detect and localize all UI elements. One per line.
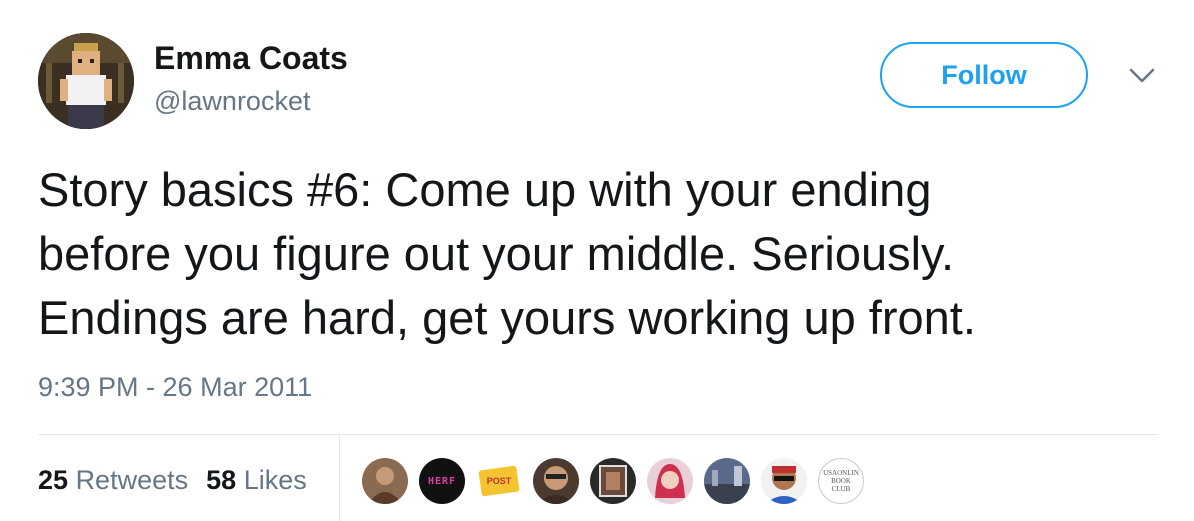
pixel-character-icon (38, 33, 134, 129)
likes-label: Likes (243, 465, 307, 495)
liker-avatar-8 (761, 458, 807, 504)
liker-avatar[interactable] (362, 458, 408, 504)
liker-avatar-4 (533, 458, 579, 504)
author-handle[interactable]: @lawnrocket (154, 86, 310, 117)
author-avatar[interactable] (38, 33, 134, 129)
liker-avatar-3-text: POST (486, 476, 512, 486)
liker-avatar-1 (362, 458, 408, 504)
divider (38, 434, 1158, 435)
tweet-line: Endings are hard, get yours working up f… (38, 291, 976, 344)
tweet-stats: 25 Retweets 58 Likes (38, 465, 307, 496)
follow-button[interactable]: Follow (880, 42, 1088, 108)
liker-avatar[interactable] (647, 458, 693, 504)
tweet-line: Story basics #6: Come up with your endin… (38, 163, 932, 216)
liker-avatar[interactable] (590, 458, 636, 504)
liker-avatar[interactable]: HERF (419, 458, 465, 504)
liker-avatar[interactable] (533, 458, 579, 504)
retweets-label: Retweets (75, 465, 189, 495)
liker-avatar-5 (590, 458, 636, 504)
tweet-text: Story basics #6: Come up with your endin… (38, 158, 1168, 350)
liker-avatar[interactable]: POST (476, 458, 522, 504)
liker-avatars: HERF POST USAONLIN BOOK CLUB (362, 458, 875, 504)
liker-avatar-7 (704, 458, 750, 504)
author-name[interactable]: Emma Coats (154, 40, 348, 77)
liker-avatar[interactable]: USAONLIN BOOK CLUB (818, 458, 864, 504)
liker-avatar-9-text: USAONLIN BOOK CLUB (823, 469, 859, 493)
retweets-stat[interactable]: 25 Retweets (38, 465, 188, 495)
liker-avatar-6 (647, 458, 693, 504)
likes-count: 58 (206, 465, 237, 495)
liker-avatar[interactable] (704, 458, 750, 504)
liker-avatar[interactable] (761, 458, 807, 504)
retweets-count: 25 (38, 465, 69, 495)
liker-avatar-2-text: HERF (427, 475, 457, 487)
chevron-down-icon[interactable] (1127, 66, 1157, 86)
tweet-timestamp[interactable]: 9:39 PM - 26 Mar 2011 (38, 372, 312, 403)
likes-stat[interactable]: 58 Likes (206, 465, 307, 495)
tweet-line: before you figure out your middle. Serio… (38, 227, 955, 280)
stats-separator (339, 435, 340, 521)
